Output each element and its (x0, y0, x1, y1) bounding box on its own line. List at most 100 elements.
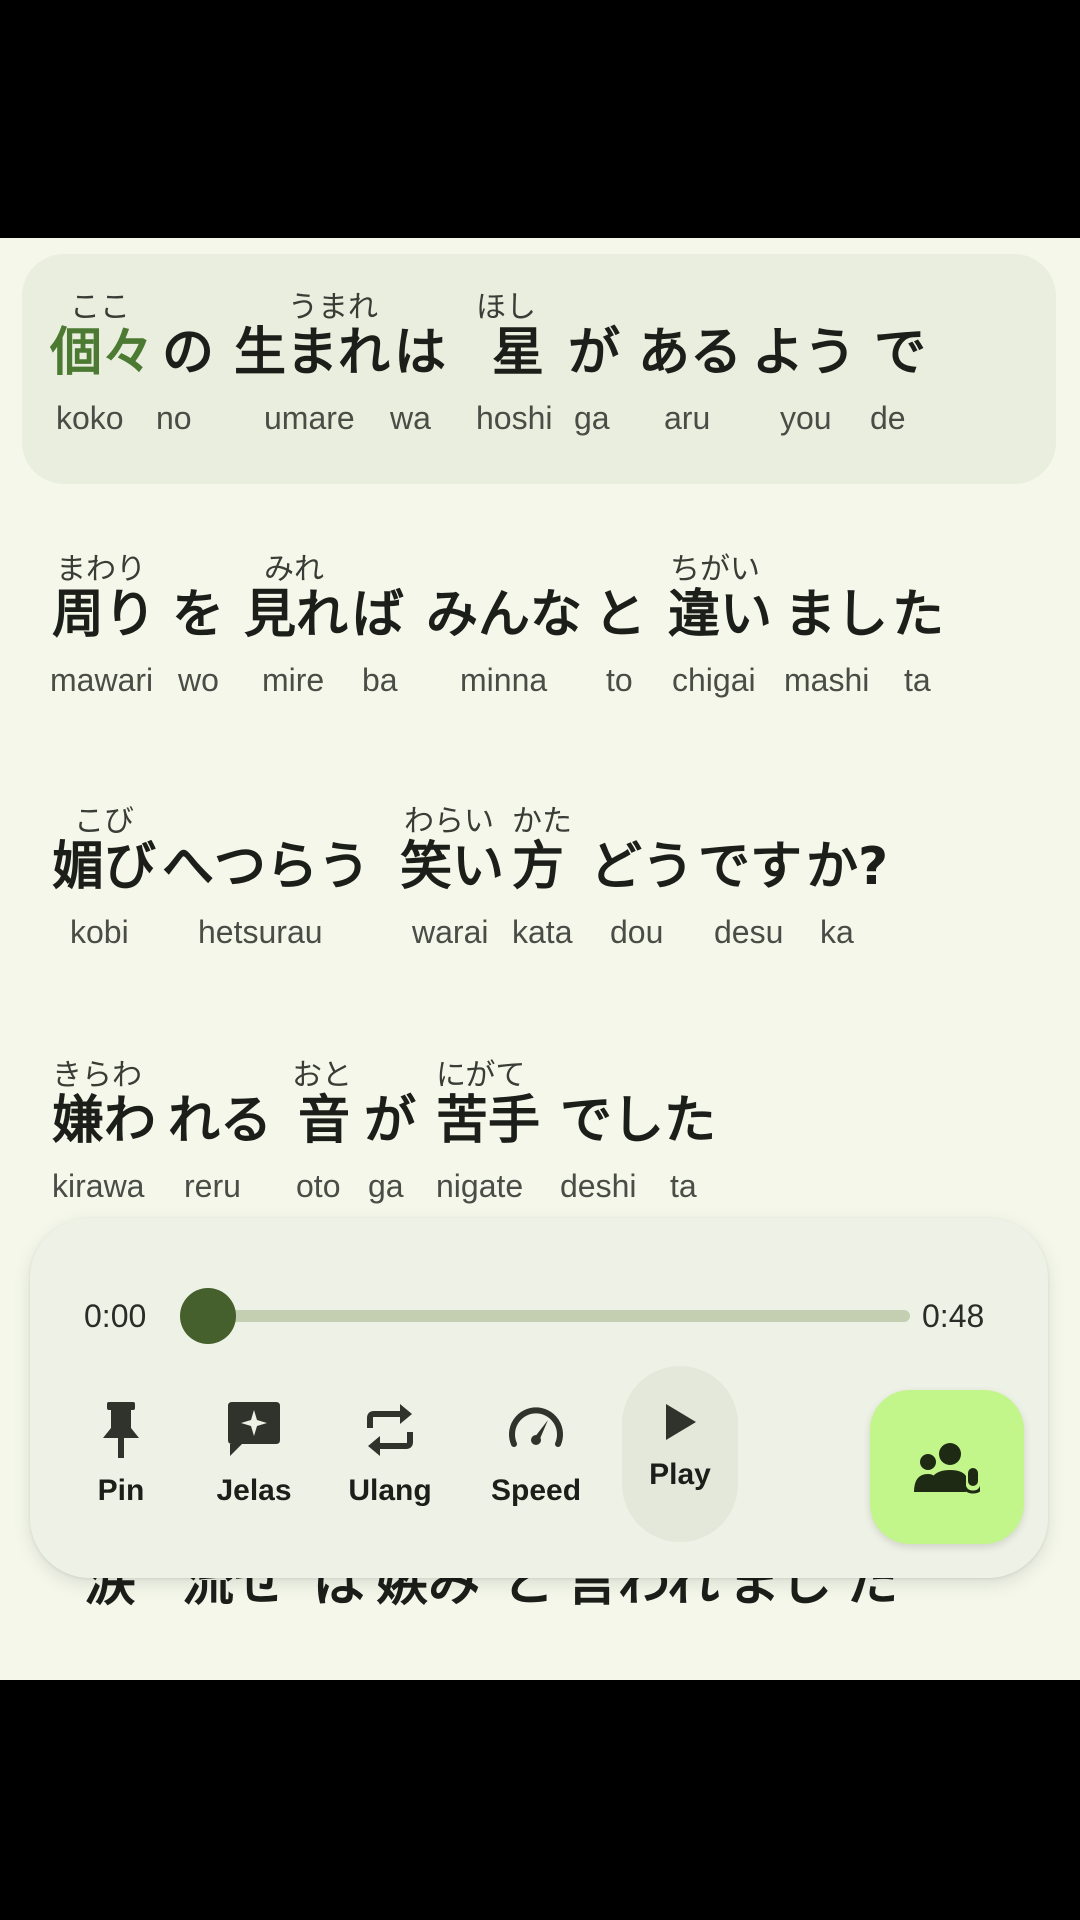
kanji: 嫌わ (52, 1091, 157, 1151)
kana: と (594, 585, 647, 645)
repeat-icon (367, 1404, 413, 1456)
kana: どう (590, 837, 695, 897)
progress-thumb[interactable] (180, 1288, 236, 1344)
kana: でし (560, 1091, 665, 1151)
kanji: 方 (512, 837, 565, 897)
furigana: きらわ (52, 1058, 142, 1093)
kana: みんな (426, 585, 583, 645)
kana: よう (752, 323, 857, 383)
play-icon (666, 1404, 696, 1440)
romaji: oto (296, 1168, 341, 1204)
furigana: にがて (436, 1058, 526, 1093)
romaji: mashi (784, 662, 870, 698)
kana: へつらう (162, 837, 371, 897)
speed-button[interactable]: Speed (471, 1388, 601, 1518)
kana: で (874, 323, 927, 383)
progress-track[interactable] (210, 1310, 910, 1322)
kanji: 苦手 (436, 1091, 541, 1151)
kana: た (892, 585, 945, 645)
kanji: 笑い (400, 837, 505, 897)
lyrics-screen: ここ 個々 koko の no うまれ 生まれ umare は wa ほし 星 … (0, 238, 1080, 1680)
romaji: mire (262, 662, 325, 698)
furigana: ちがい (670, 552, 760, 587)
kana: れる (168, 1091, 273, 1151)
kana: ある (638, 323, 743, 383)
audio-player: 0:00 0:48 Pin Jelas Ulang Speed Play (30, 1218, 1048, 1578)
kanji: 星 (492, 323, 545, 383)
romaji: hetsurau (198, 914, 323, 950)
explain-button[interactable]: Jelas (189, 1388, 319, 1518)
furigana: おと (292, 1058, 352, 1093)
furigana: かた (512, 804, 572, 839)
kanji: 見れ (244, 585, 349, 645)
furigana: うまれ (288, 290, 378, 325)
current-time: 0:00 (84, 1298, 147, 1334)
furigana: ここ (70, 290, 130, 325)
repeat-button[interactable]: Ulang (325, 1388, 455, 1518)
kanji: 媚び (52, 837, 157, 897)
romaji: desu (714, 914, 784, 950)
romaji: minna (460, 662, 548, 698)
romaji: warai (412, 914, 489, 950)
romaji: nigate (436, 1168, 524, 1204)
furigana: まわり (56, 552, 146, 587)
pin-icon (103, 1402, 139, 1458)
romaji: kirawa (52, 1168, 145, 1204)
voice-mode-button[interactable] (870, 1390, 1024, 1544)
romaji: kata (512, 914, 573, 950)
romaji: dou (610, 914, 664, 950)
bottom-black-bar (0, 1680, 1080, 1920)
romaji: kobi (70, 914, 129, 950)
romaji: to (606, 662, 633, 698)
repeat-label: Ulang (348, 1474, 432, 1507)
explain-sparkle-icon (228, 1402, 280, 1456)
kana: ば (352, 585, 405, 645)
kana: が (568, 323, 621, 383)
furigana: わらい (404, 804, 494, 839)
romaji: ga (574, 400, 610, 436)
romaji: ta (670, 1168, 697, 1204)
romaji: no (156, 400, 192, 436)
romaji: de (870, 400, 906, 436)
kanji: 周り (52, 585, 157, 645)
kana: は (394, 323, 447, 383)
romaji: wa (390, 400, 431, 436)
romaji: wo (178, 662, 219, 698)
kana: か? (806, 837, 889, 897)
kanji: 個々 (50, 323, 155, 383)
total-time: 0:48 (922, 1298, 985, 1334)
romaji: ta (904, 662, 931, 698)
kana: が (364, 1091, 417, 1151)
romaji: ka (820, 914, 854, 950)
pin-label: Pin (97, 1474, 145, 1507)
kanji: 違い (668, 585, 773, 645)
kanji: 音 (298, 1091, 351, 1151)
speed-label: Speed (490, 1474, 582, 1507)
romaji: mawari (50, 662, 154, 698)
kana: まし (784, 585, 889, 645)
kana: を (172, 585, 225, 645)
romaji: ba (362, 662, 398, 698)
kana: の (162, 323, 215, 383)
romaji: ga (368, 1168, 404, 1204)
furigana: こび (74, 804, 134, 839)
explain-label: Jelas (216, 1474, 292, 1507)
romaji: aru (664, 400, 711, 436)
kana: た (664, 1091, 717, 1151)
play-button[interactable]: Play (622, 1366, 738, 1542)
romaji: umare (264, 400, 355, 436)
romaji: koko (56, 400, 124, 436)
pin-button[interactable]: Pin (56, 1388, 186, 1518)
play-label: Play (649, 1458, 711, 1491)
furigana: ほし (476, 290, 536, 325)
voice-group-icon (914, 1443, 980, 1494)
furigana: みれ (264, 552, 324, 587)
top-black-bar (0, 0, 1080, 238)
lyric-line-active[interactable]: ここ 個々 koko の no うまれ 生まれ umare は wa ほし 星 … (22, 254, 1056, 484)
romaji: hoshi (476, 400, 553, 436)
kana: です (698, 837, 803, 897)
kanji: 生まれ (234, 323, 391, 383)
romaji: deshi (560, 1168, 637, 1204)
speedometer-icon (509, 1407, 563, 1447)
romaji: reru (184, 1168, 241, 1204)
